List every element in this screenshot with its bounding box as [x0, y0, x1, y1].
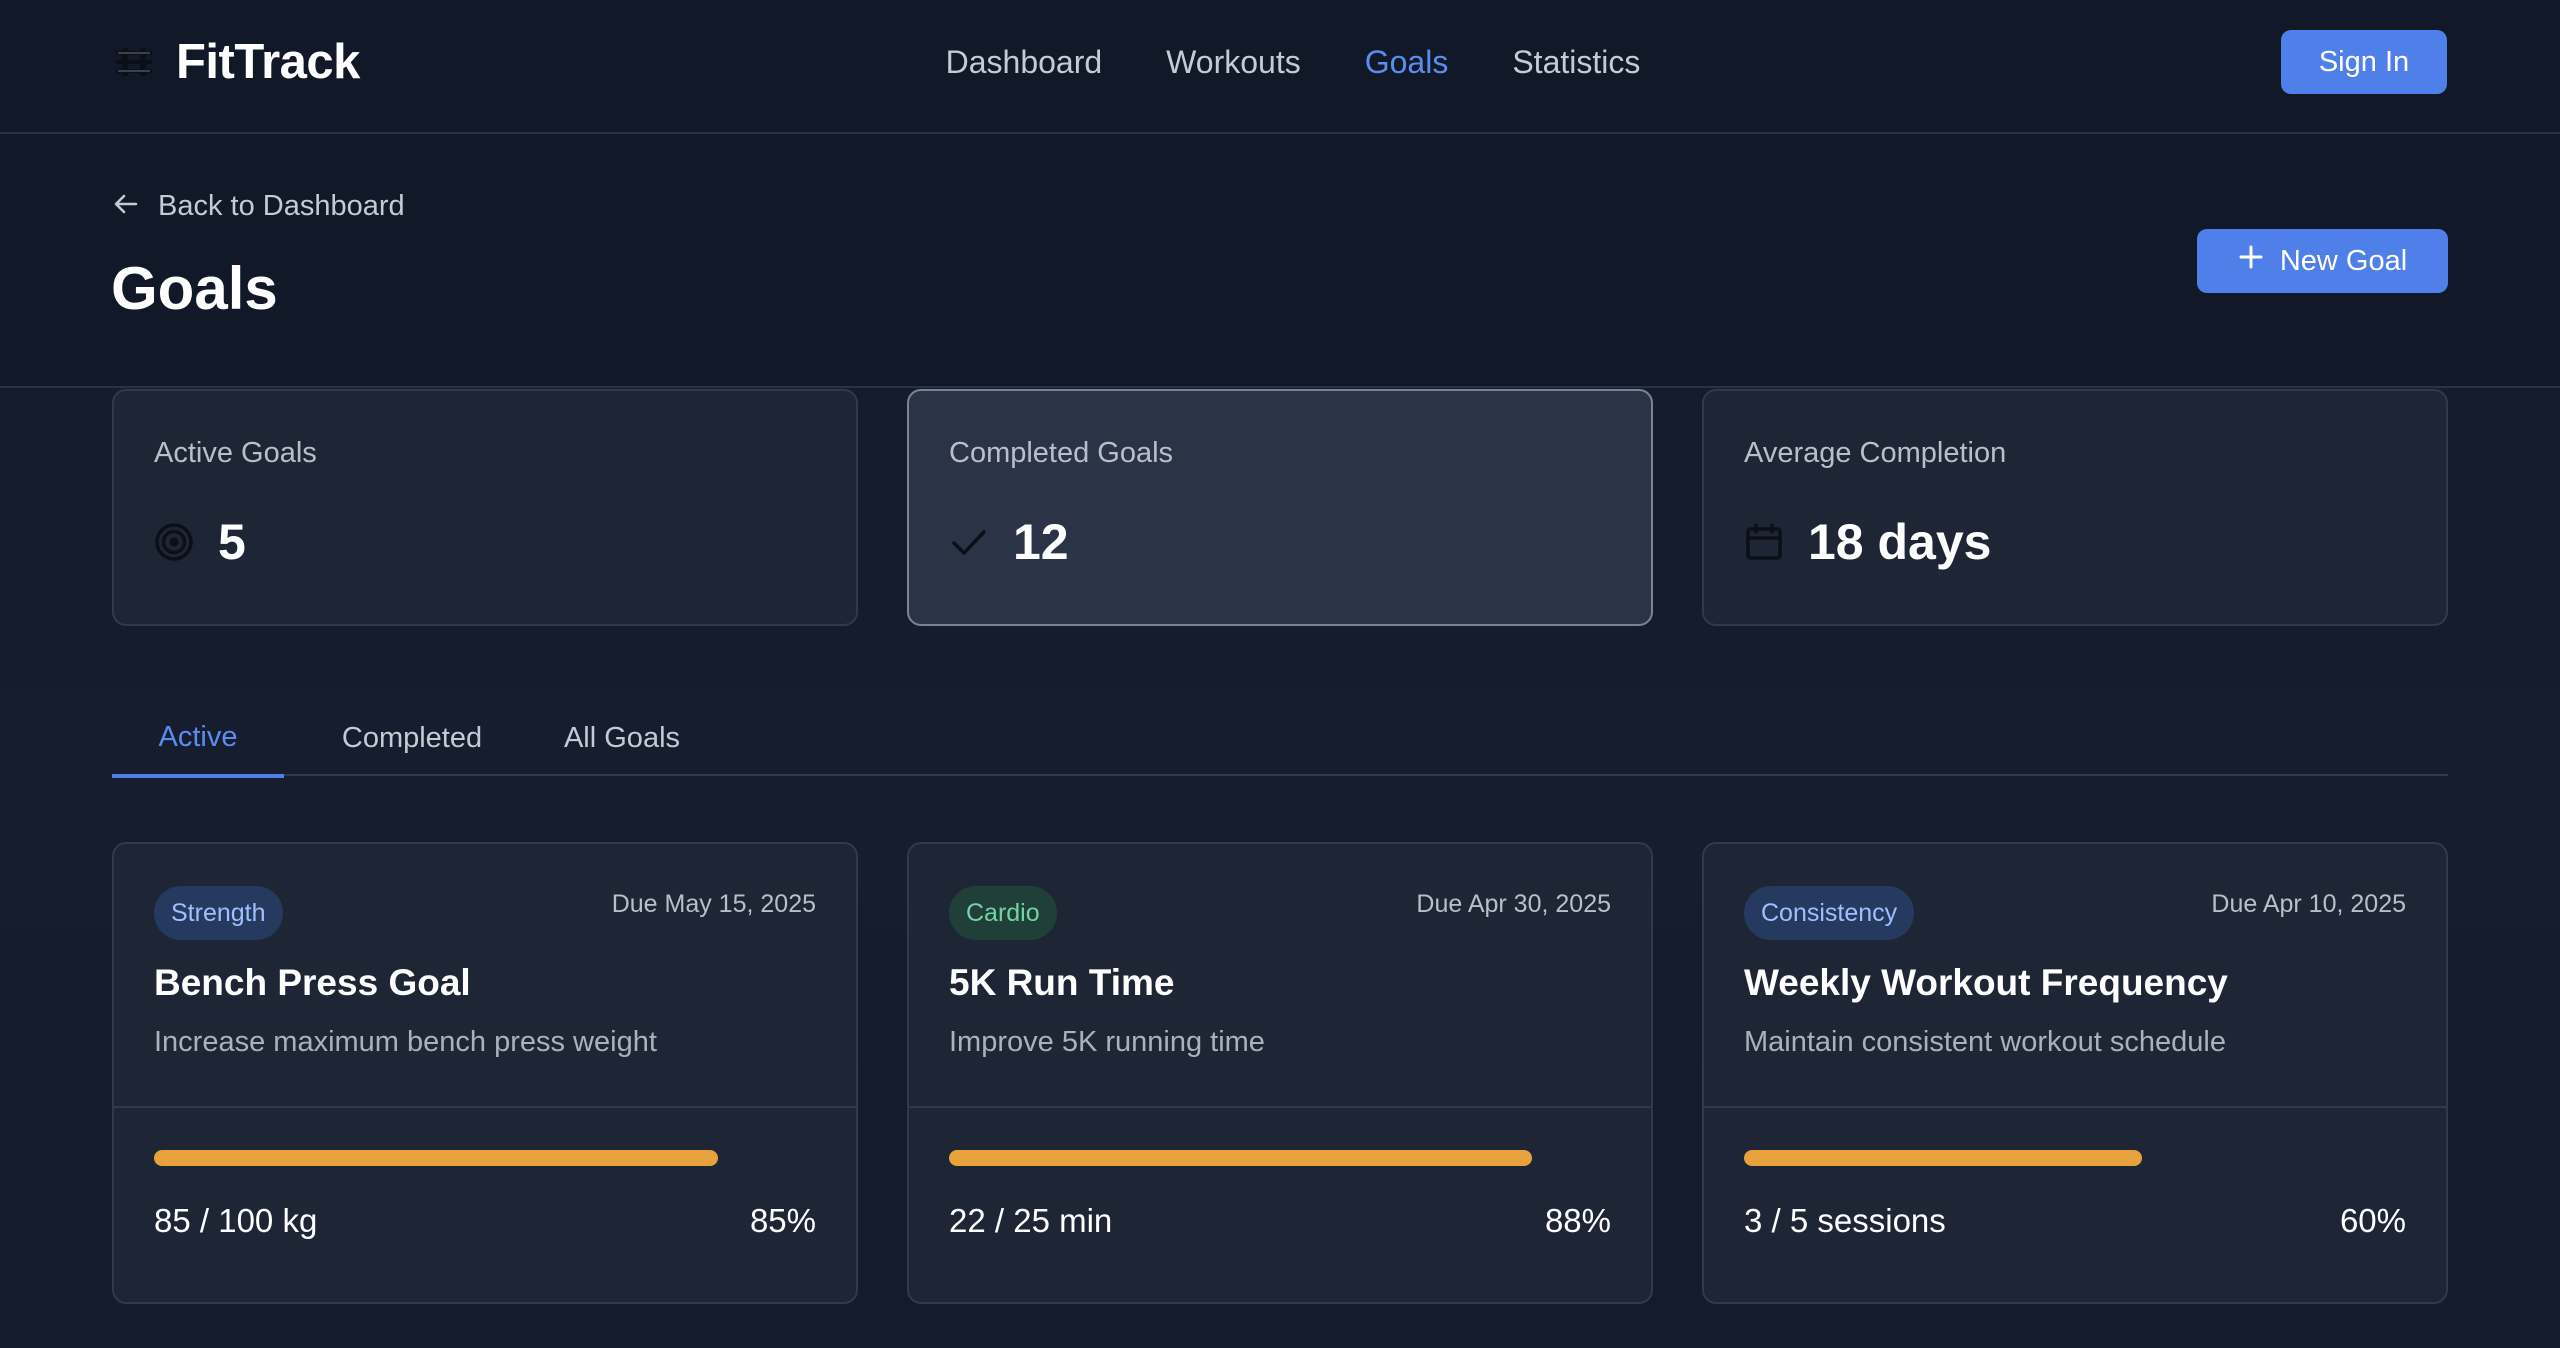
- stat-label: Average Completion: [1744, 437, 2007, 469]
- page-title: Goals: [111, 255, 278, 322]
- card-divider: [114, 1106, 856, 1108]
- goal-card[interactable]: Cardio Due Apr 30, 2025 5K Run Time Impr…: [907, 842, 1653, 1304]
- goal-amount: 85 / 100 kg: [154, 1202, 318, 1239]
- category-badge: Cardio: [949, 886, 1057, 940]
- goal-description: Increase maximum bench press weight: [154, 1026, 657, 1058]
- nav-item-workouts[interactable]: Workouts: [1166, 44, 1301, 81]
- stat-label: Completed Goals: [949, 437, 1174, 469]
- stat-card-average-completion: Average Completion 18 days: [1702, 389, 2448, 626]
- progress-bar-fill: [154, 1150, 718, 1166]
- card-divider: [1704, 1106, 2446, 1108]
- progress-bar: [1744, 1150, 2407, 1166]
- category-badge: Consistency: [1744, 886, 1915, 940]
- back-link-label: Back to Dashboard: [158, 189, 405, 222]
- goal-card[interactable]: Consistency Due Apr 10, 2025 Weekly Work…: [1702, 842, 2448, 1304]
- tab-active[interactable]: Active: [112, 700, 284, 778]
- goal-description: Maintain consistent workout schedule: [1744, 1026, 2226, 1058]
- nav-item-goals[interactable]: Goals: [1365, 44, 1449, 81]
- due-date: Due Apr 30, 2025: [1416, 890, 1611, 918]
- progress-bar-fill: [1744, 1150, 2142, 1166]
- goal-title: Weekly Workout Frequency: [1744, 962, 2228, 1003]
- nav-item-statistics[interactable]: Statistics: [1512, 44, 1640, 81]
- sign-in-button[interactable]: Sign In: [2281, 30, 2447, 94]
- top-navbar: FitTrack Dashboard Workouts Goals Statis…: [0, 0, 2560, 134]
- category-badge: Strength: [154, 886, 283, 940]
- new-goal-button[interactable]: New Goal: [2197, 229, 2448, 293]
- goal-percent: 60%: [2339, 1202, 2406, 1239]
- stat-card-active-goals: Active Goals 5: [112, 389, 858, 626]
- goal-amount: 22 / 25 min: [949, 1202, 1113, 1239]
- card-divider: [909, 1106, 1651, 1108]
- due-date: Due May 15, 2025: [611, 890, 816, 918]
- tab-completed[interactable]: Completed: [312, 700, 512, 776]
- stat-value: 12: [1013, 514, 1069, 570]
- page-header: Back to Dashboard Goals New Goal: [0, 134, 2560, 388]
- stat-value: 18 days: [1808, 514, 1992, 570]
- progress-bar: [949, 1150, 1612, 1166]
- main-nav: Dashboard Workouts Goals Statistics: [0, 0, 2560, 124]
- goal-percent: 88%: [1544, 1202, 1611, 1239]
- goal-percent: 85%: [749, 1202, 816, 1239]
- goal-amount: 3 / 5 sessions: [1744, 1202, 1946, 1239]
- goal-tabs: Active Completed All Goals: [112, 700, 2448, 778]
- arrow-left-icon: [112, 190, 140, 223]
- plus-icon: [2238, 244, 2264, 278]
- goal-card[interactable]: Strength Due May 15, 2025 Bench Press Go…: [112, 842, 858, 1304]
- goal-title: Bench Press Goal: [154, 962, 471, 1003]
- goal-description: Improve 5K running time: [949, 1026, 1265, 1058]
- back-to-dashboard-link[interactable]: Back to Dashboard: [112, 186, 405, 226]
- goal-title: 5K Run Time: [949, 962, 1175, 1003]
- stat-card-completed-goals[interactable]: Completed Goals 12: [907, 389, 1653, 626]
- nav-item-dashboard[interactable]: Dashboard: [946, 44, 1103, 81]
- tab-all-goals[interactable]: All Goals: [540, 700, 704, 776]
- progress-bar: [154, 1150, 817, 1166]
- calendar-icon: [1744, 522, 1784, 562]
- stat-value: 5: [218, 514, 246, 570]
- target-icon: [154, 522, 194, 562]
- stat-label: Active Goals: [154, 437, 317, 469]
- progress-bar-fill: [949, 1150, 1533, 1166]
- check-icon: [949, 522, 989, 562]
- due-date: Due Apr 10, 2025: [2211, 890, 2406, 918]
- new-goal-label: New Goal: [2279, 244, 2408, 277]
